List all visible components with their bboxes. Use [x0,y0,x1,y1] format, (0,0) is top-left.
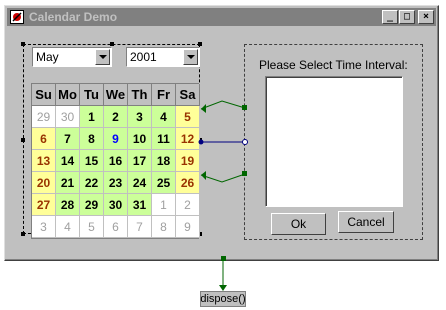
maximize-button[interactable]: □ [399,10,415,24]
day-header: Fr [152,84,176,106]
day-cell[interactable]: 17 [128,150,152,172]
resize-handle-ne[interactable] [198,42,202,46]
day-cell[interactable]: 23 [104,172,128,194]
month-value: May [36,50,59,64]
day-cell[interactable]: 11 [152,128,176,150]
day-cell[interactable]: 12 [176,128,200,150]
year-value: 2001 [130,50,157,64]
day-header: Su [32,84,56,106]
time-interval-panel: Please Select Time Interval: Ok Cancel [244,44,423,240]
day-cell[interactable]: 26 [176,172,200,194]
dispose-method-box[interactable]: dispose() [200,291,246,307]
calendar-component[interactable]: May 2001 Su Mo Tu We Th Fr Sa 29 30 1 2 3 4 5 6 7 8 9 10 11… [21,42,202,239]
app-window: Calendar Demo _ □ × May 2001 Su Mo Tu We Th F… [4,5,439,261]
day-cell[interactable]: 1 [80,106,104,128]
day-cell[interactable]: 8 [152,216,176,238]
chevron-down-icon[interactable] [183,49,198,65]
day-cell[interactable]: 2 [176,194,200,216]
day-cell[interactable]: 6 [104,216,128,238]
window-title: Calendar Demo [29,10,118,24]
day-cell[interactable]: 9 [176,216,200,238]
day-cell[interactable]: 1 [152,194,176,216]
day-cell[interactable]: 21 [56,172,80,194]
day-cell[interactable]: 6 [32,128,56,150]
minimize-button[interactable]: _ [382,10,398,24]
day-cell[interactable]: 4 [152,106,176,128]
day-cell[interactable]: 8 [80,128,104,150]
resize-handle-w[interactable] [21,138,25,142]
year-select[interactable]: 2001 [126,47,200,67]
time-interval-label: Please Select Time Interval: [259,58,408,72]
day-cell[interactable]: 3 [32,216,56,238]
day-cell[interactable]: 7 [128,216,152,238]
day-cell[interactable]: 30 [104,194,128,216]
day-header: Sa [176,84,200,106]
calendar-grid: Su Mo Tu We Th Fr Sa 29 30 1 2 3 4 5 6 7 8 9 10 11 12 13 14 15 1… [31,83,200,239]
day-cell[interactable]: 20 [32,172,56,194]
day-cell[interactable]: 28 [56,194,80,216]
resize-handle-sw[interactable] [21,232,25,236]
day-header: Th [128,84,152,106]
ok-button[interactable]: Ok [271,213,326,235]
time-interval-list[interactable] [265,76,403,207]
day-cell[interactable]: 29 [80,194,104,216]
day-cell[interactable]: 24 [128,172,152,194]
day-cell[interactable]: 5 [176,106,200,128]
day-cell[interactable]: 18 [152,150,176,172]
day-cell[interactable]: 31 [128,194,152,216]
chevron-down-icon[interactable] [95,49,110,65]
day-cell[interactable]: 13 [32,150,56,172]
day-cell[interactable]: 22 [80,172,104,194]
day-cell[interactable]: 9 [104,128,128,150]
cancel-button[interactable]: Cancel [338,211,394,233]
window-client-area: May 2001 Su Mo Tu We Th Fr Sa 29 30 1 2 3 4 5 6 7 8 9 10 11… [7,28,436,258]
resize-handle-n[interactable] [110,42,114,46]
day-cell[interactable]: 19 [176,150,200,172]
day-cell[interactable]: 10 [128,128,152,150]
day-header: Tu [80,84,104,106]
day-cell[interactable]: 5 [80,216,104,238]
day-cell[interactable]: 29 [32,106,56,128]
day-cell[interactable]: 14 [56,150,80,172]
day-header: We [104,84,128,106]
day-cell[interactable]: 27 [32,194,56,216]
day-header: Mo [56,84,80,106]
day-cell[interactable]: 30 [56,106,80,128]
day-cell[interactable]: 16 [104,150,128,172]
day-cell[interactable]: 2 [104,106,128,128]
day-cell[interactable]: 25 [152,172,176,194]
day-cell[interactable]: 7 [56,128,80,150]
resize-handle-nw[interactable] [21,42,25,46]
close-button[interactable]: × [418,10,434,24]
day-cell[interactable]: 4 [56,216,80,238]
day-cell[interactable]: 15 [80,150,104,172]
month-select[interactable]: May [32,47,112,67]
title-bar[interactable]: Calendar Demo _ □ × [7,8,436,26]
app-icon[interactable] [9,9,25,25]
day-cell[interactable]: 3 [128,106,152,128]
